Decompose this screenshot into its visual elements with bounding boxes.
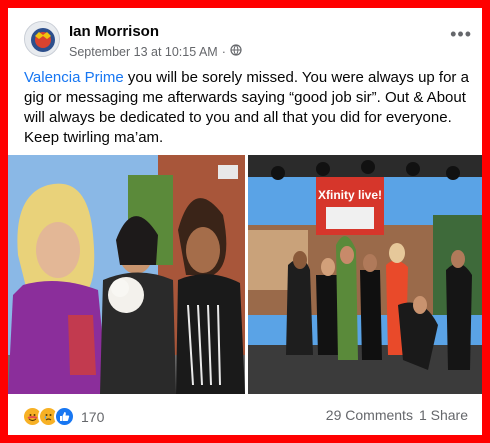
post-footer: 170 29 Comments 1 Share xyxy=(8,395,482,435)
meta-separator: · xyxy=(221,44,226,59)
post-card: Ian Morrison September 13 at 10:15 AM · … xyxy=(8,8,482,435)
avatar-image xyxy=(25,22,59,56)
mention-link[interactable]: Valencia Prime xyxy=(24,69,124,86)
reaction-count: 170 xyxy=(81,408,105,425)
photo-stage-group: Xfinity live! xyxy=(248,155,482,394)
engagement-stats: 29 Comments 1 Share xyxy=(326,407,468,423)
globe-icon xyxy=(230,44,242,59)
comments-count[interactable]: 29 Comments xyxy=(326,407,413,423)
post-photo-1[interactable] xyxy=(8,155,245,394)
post-meta: September 13 at 10:15 AM · xyxy=(69,44,242,59)
post-timestamp[interactable]: September 13 at 10:15 AM xyxy=(69,45,218,59)
post-photo-2[interactable]: Xfinity live! xyxy=(248,155,482,394)
post-text: Valencia Prime you will be sorely missed… xyxy=(24,68,470,148)
author-name[interactable]: Ian Morrison xyxy=(69,23,159,40)
like-reaction-icon xyxy=(54,406,75,427)
photo-group-with-dog xyxy=(8,155,245,394)
reaction-summary[interactable]: 170 xyxy=(22,406,104,427)
avatar[interactable] xyxy=(24,21,60,57)
venue-sign-text: Xfinity live! xyxy=(318,188,382,202)
shares-count[interactable]: 1 Share xyxy=(419,407,468,423)
more-options-icon[interactable]: ••• xyxy=(450,24,472,45)
